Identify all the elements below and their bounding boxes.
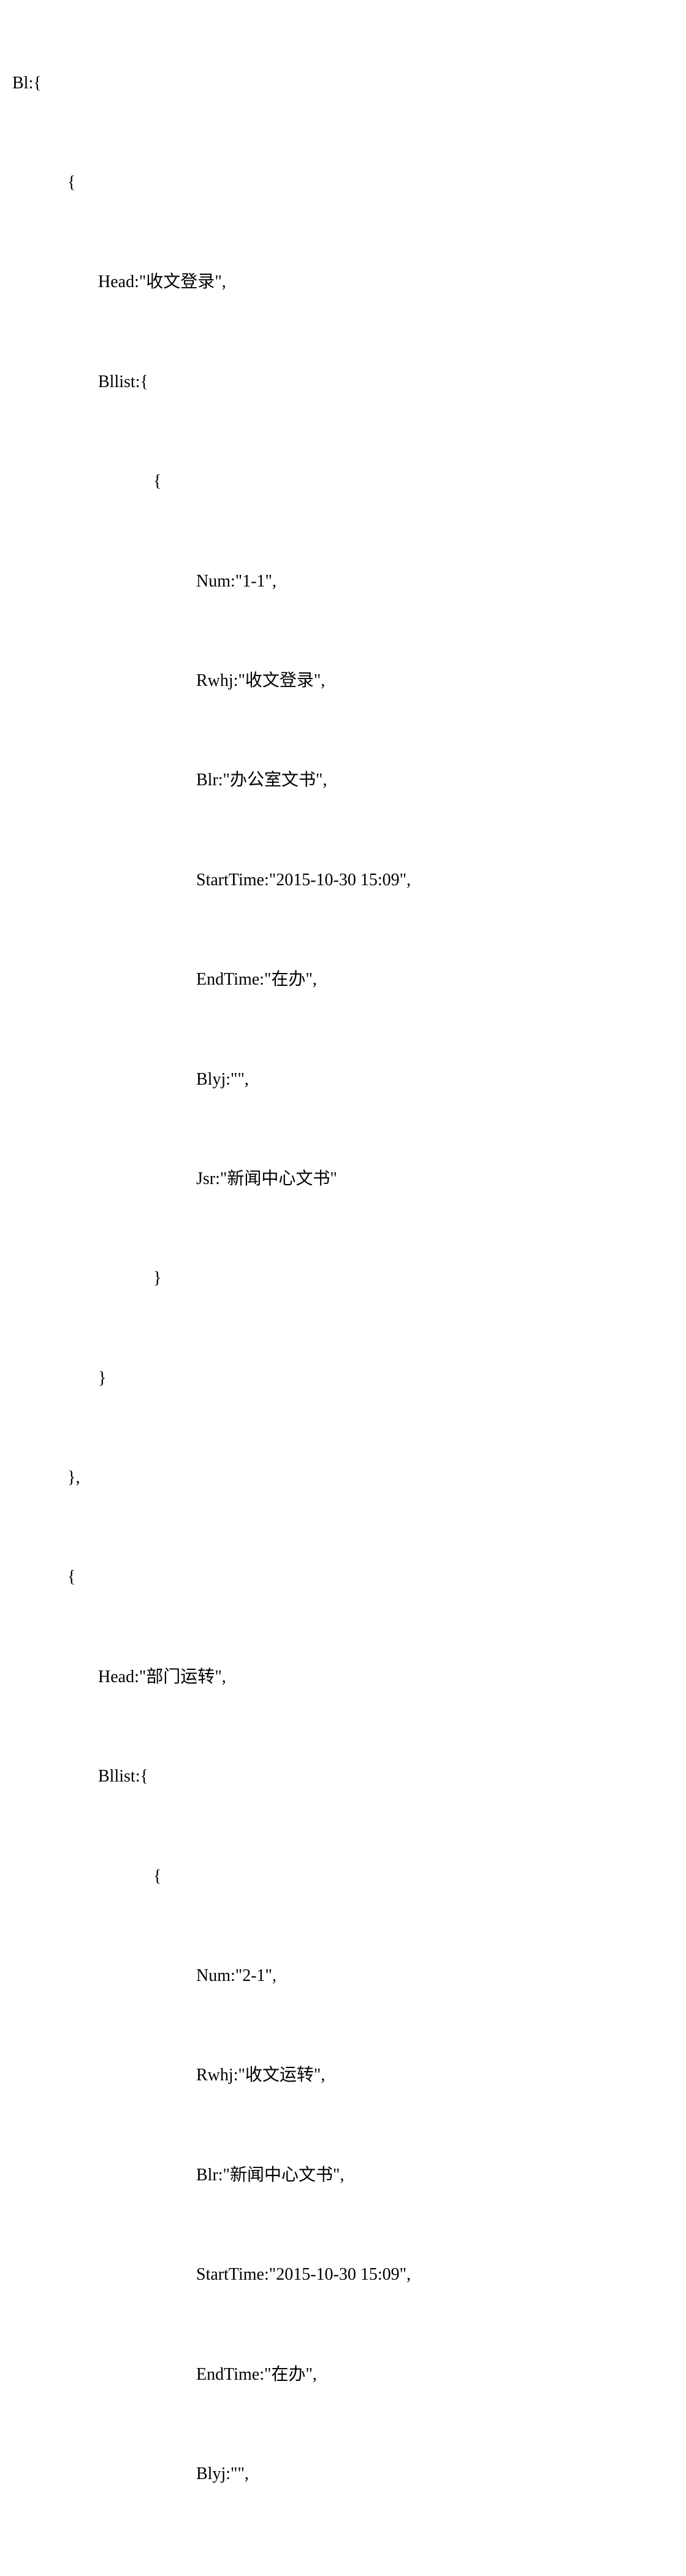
punct: { — [153, 1867, 161, 1886]
code-line: Rwhj:"收文登录", — [12, 659, 674, 704]
jsr-key: Jsr — [196, 1169, 215, 1188]
code-line: Num:"2-1", — [12, 1954, 674, 1999]
blr-val: 办公室文书 — [230, 771, 316, 790]
head-val: 部门运转 — [146, 1667, 215, 1686]
endtime-val: 在办 — [271, 2365, 305, 2384]
endtime-key: EndTime — [196, 2365, 259, 2384]
code-line: } — [12, 1256, 674, 1301]
punct: :" — [259, 970, 271, 989]
punct: :" — [134, 272, 146, 291]
list-key: Bllist — [98, 1767, 135, 1786]
code-line: StartTime:"2015-10-30 15:09", — [12, 2253, 674, 2297]
code-line: Blr:"办公室文书", — [12, 758, 674, 803]
code-line: StartTime:"2015-10-30 15:09", — [12, 858, 674, 903]
punct: ", — [265, 1966, 276, 1985]
punct: :" — [226, 1070, 237, 1089]
punct: ", — [237, 2464, 248, 2483]
code-line: { — [12, 459, 674, 504]
endtime-key: EndTime — [196, 970, 259, 989]
punct: ", — [333, 2166, 344, 2185]
blr-val: 新闻中心文书 — [230, 2166, 333, 2185]
code-line: Rwhj:"收文运转", — [12, 2053, 674, 2098]
num-val: 2-1 — [242, 1966, 265, 1985]
punct: { — [67, 173, 75, 192]
code-line: { — [12, 1855, 674, 1899]
blyj-key: Blyj — [196, 2464, 226, 2483]
punct: :" — [231, 572, 242, 591]
code-line: Bl:{ — [12, 61, 674, 106]
punct: :" — [231, 1966, 242, 1985]
punct: } — [153, 1269, 161, 1288]
code-line: Blyj:"", — [12, 2452, 674, 2497]
num-val: 1-1 — [242, 572, 265, 591]
punct: ", — [237, 1070, 248, 1089]
punct: ", — [305, 2365, 316, 2384]
root-key: Bl — [12, 74, 28, 93]
punct: :" — [134, 1667, 146, 1686]
blyj-key: Blyj — [196, 1070, 226, 1089]
punct: :{ — [135, 372, 148, 391]
punct: }, — [67, 1468, 80, 1487]
blr-key: Blr — [196, 771, 218, 790]
blr-key: Blr — [196, 2166, 218, 2185]
punct: :" — [264, 2265, 276, 2284]
punct: :" — [264, 871, 276, 890]
code-line: Head:"部门运转", — [12, 1655, 674, 1700]
num-key: Num — [196, 1966, 231, 1985]
code-block: Bl:{ { Head:"收文登录", Bllist:{ { Num:"1-1"… — [0, 0, 686, 2576]
punct: ", — [314, 2066, 325, 2085]
code-line: Num:"1-1", — [12, 559, 674, 604]
code-line: Head:"收文登录", — [12, 260, 674, 305]
punct: ", — [215, 272, 226, 291]
code-line: Blyj:"", — [12, 1058, 674, 1102]
head-val: 收文登录 — [146, 272, 215, 291]
rwhj-key: Rwhj — [196, 2066, 234, 2085]
code-line: Bllist:{ — [12, 1755, 674, 1799]
punct: { — [67, 1567, 75, 1586]
punct: } — [98, 1369, 106, 1388]
code-line: EndTime:"在办", — [12, 2353, 674, 2397]
punct: :" — [259, 2365, 271, 2384]
starttime-key: StartTime — [196, 2265, 264, 2284]
punct: :" — [226, 2464, 237, 2483]
code-line: } — [12, 1356, 674, 1401]
code-line: EndTime:"在办", — [12, 958, 674, 1002]
rwhj-val: 收文运转 — [245, 2066, 314, 2085]
starttime-val: 2015-10-30 15:09 — [276, 2265, 399, 2284]
head-key: Head — [98, 272, 134, 291]
endtime-val: 在办 — [271, 970, 305, 989]
punct: ", — [400, 871, 411, 890]
code-line: Jsr:"新闻中心文书" — [12, 1157, 674, 1202]
punct: ", — [265, 572, 276, 591]
rwhj-val: 收文登录 — [245, 671, 314, 690]
num-key: Num — [196, 572, 231, 591]
punct: :" — [218, 2166, 230, 2185]
punct: ", — [314, 671, 325, 690]
punct: :" — [234, 671, 245, 690]
punct: :" — [234, 2066, 245, 2085]
punct: ", — [215, 1667, 226, 1686]
punct: ", — [305, 970, 316, 989]
punct: :" — [218, 771, 230, 790]
jsr-val: 新闻中心文书 — [227, 1169, 330, 1188]
head-key: Head — [98, 1667, 134, 1686]
punct: ", — [316, 771, 327, 790]
code-line: { — [12, 161, 674, 206]
punct: :{ — [135, 1767, 148, 1786]
punct: ", — [400, 2265, 411, 2284]
starttime-key: StartTime — [196, 871, 264, 890]
punct: :{ — [28, 74, 41, 93]
punct: :" — [215, 1169, 227, 1188]
code-line: { — [12, 1555, 674, 1600]
code-line: }, — [12, 1456, 674, 1501]
list-key: Bllist — [98, 372, 135, 391]
code-line: Bllist:{ — [12, 360, 674, 405]
punct: " — [330, 1169, 337, 1188]
punct: { — [153, 472, 161, 491]
rwhj-key: Rwhj — [196, 671, 234, 690]
starttime-val: 2015-10-30 15:09 — [276, 871, 399, 890]
code-line: Blr:"新闻中心文书", — [12, 2153, 674, 2198]
